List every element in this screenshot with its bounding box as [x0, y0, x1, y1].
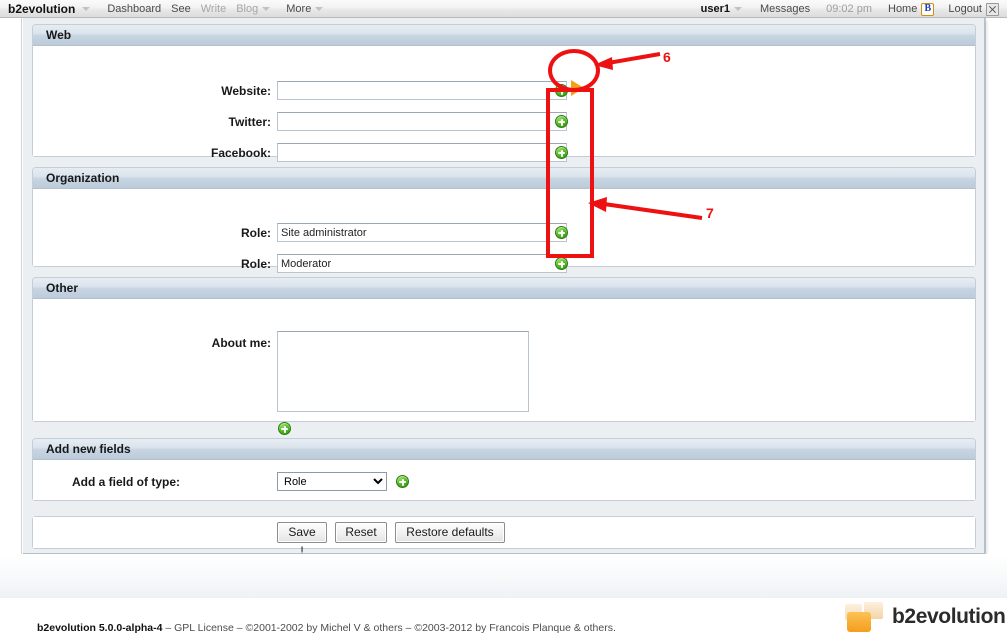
evobar: b2evolution Dashboard See Write Blog Mor…	[0, 0, 1007, 18]
footer-fade	[0, 554, 1007, 598]
footer-version: b2evolution 5.0.0-alpha-4	[37, 622, 163, 634]
play-arrow-icon	[571, 80, 584, 96]
logo-cube-front	[847, 612, 871, 632]
facebook-input[interactable]	[277, 143, 567, 162]
evobar-time-label: 09:02 pm	[826, 3, 872, 15]
about-me-textarea[interactable]	[277, 331, 529, 412]
restore-defaults-button[interactable]: Restore defaults	[395, 522, 505, 543]
evobar-messages-label: Messages	[759, 3, 811, 15]
chevron-down-icon[interactable]	[733, 7, 742, 11]
twitter-label: Twitter:	[228, 115, 271, 129]
block-web-body: Website: Twitter: Facebook:	[33, 46, 975, 162]
evobar-home-label: Home	[888, 3, 918, 15]
form-row-role-2: Role:	[33, 254, 573, 276]
website-input[interactable]	[277, 81, 567, 100]
add-facebook-field-icon[interactable]	[555, 146, 568, 159]
block-add-new-fields-title: Add new fields	[33, 439, 975, 460]
form-row-add-field-type: Add a field of type: Role	[33, 472, 433, 494]
evobar-logout-label: Logout	[948, 3, 982, 15]
evobar-messages[interactable]: Messages	[755, 0, 815, 18]
annotation-label-7: 7	[706, 205, 714, 221]
role-1-label: Role:	[241, 226, 271, 240]
block-other-body: About me:	[33, 299, 975, 435]
right-rail	[985, 18, 1007, 598]
save-button[interactable]: Save !	[277, 522, 327, 558]
logo-text: b2evolution	[892, 605, 1006, 628]
evobar-menu-write[interactable]: Write	[196, 0, 231, 18]
add-field-type-select[interactable]: Role	[277, 472, 387, 491]
evobar-menu-see[interactable]: See	[166, 0, 196, 18]
block-web-title: Web	[33, 25, 975, 46]
close-icon[interactable]	[986, 2, 999, 16]
evobar-menu-see-label: See	[171, 3, 191, 15]
chevron-down-icon[interactable]	[262, 7, 271, 11]
about-me-label: About me:	[211, 336, 271, 350]
evobar-time: 09:02 pm	[821, 0, 877, 18]
footer-license: – GPL License – ©2001-2002 by Michel V &…	[162, 622, 616, 634]
form-row-facebook: Facebook:	[33, 143, 573, 165]
evobar-menu-blog-label: Blog	[236, 3, 259, 15]
block-other: Other About me:	[32, 277, 976, 435]
evobar-menu-more[interactable]: More	[281, 0, 328, 18]
evobar-menu-dashboard[interactable]: Dashboard	[102, 0, 166, 18]
evobar-user[interactable]: user1	[696, 0, 747, 18]
evobar-menu-write-label: Write	[200, 3, 227, 15]
role-2-label: Role:	[241, 257, 271, 271]
left-rail	[0, 18, 22, 598]
add-website-field-icon[interactable]	[555, 84, 568, 97]
footer-logo: b2evolution	[843, 602, 1006, 634]
block-add-new-fields-body: Add a field of type: Role	[33, 460, 975, 500]
add-field-confirm-icon[interactable]	[396, 475, 409, 488]
role-1-input[interactable]	[277, 223, 567, 242]
website-label: Website:	[221, 84, 271, 98]
block-actions: Save ! Reset Restore defaults	[32, 516, 976, 558]
reset-button[interactable]: Reset	[335, 522, 387, 543]
evobar-menu-dashboard-label: Dashboard	[107, 3, 162, 15]
add-role-1-field-icon[interactable]	[555, 226, 568, 239]
evobar-logout[interactable]: Logout	[943, 0, 1007, 18]
evobar-home[interactable]: Home	[883, 0, 939, 18]
block-organization-body: Role: Role:	[33, 189, 975, 273]
annotation-label-6: 6	[663, 49, 671, 65]
add-twitter-field-icon[interactable]	[555, 115, 568, 128]
role-2-input[interactable]	[277, 254, 567, 273]
evobar-brand[interactable]: b2evolution	[0, 0, 78, 18]
evobar-brand-label: b2evolution	[8, 2, 76, 16]
form-row-website: Website:	[33, 80, 584, 103]
block-other-title: Other	[33, 278, 975, 299]
form-row-role-1: Role:	[33, 223, 573, 245]
evobar-menu-blog[interactable]: Blog	[231, 0, 275, 18]
evobar-right-menu: user1 Messages 09:02 pm Home Logout	[696, 0, 1007, 18]
evobar-user-label: user1	[700, 3, 730, 15]
twitter-input[interactable]	[277, 112, 567, 131]
block-web: Web Website: Twitter: Facebook:	[32, 24, 976, 162]
chevron-down-icon[interactable]	[82, 7, 91, 11]
evobar-menu-more-label: More	[286, 3, 312, 15]
chevron-down-icon[interactable]	[315, 7, 324, 11]
facebook-label: Facebook:	[210, 146, 271, 160]
add-about-me-field-icon[interactable]	[278, 422, 291, 435]
evobar-left-menu: b2evolution Dashboard See Write Blog Mor…	[0, 0, 328, 18]
footer-credits: b2evolution 5.0.0-alpha-4 – GPL License …	[37, 622, 616, 634]
add-field-type-label: Add a field of type:	[72, 475, 180, 489]
b2evolution-logo-icon[interactable]	[921, 2, 935, 16]
add-role-2-field-icon[interactable]	[555, 257, 568, 270]
form-row-twitter: Twitter:	[33, 112, 573, 134]
block-add-new-fields: Add new fields Add a field of type: Role	[32, 438, 976, 501]
block-actions-body: Save ! Reset Restore defaults	[33, 517, 975, 558]
block-organization: Organization Role: Role:	[32, 167, 976, 273]
block-organization-title: Organization	[33, 168, 975, 189]
